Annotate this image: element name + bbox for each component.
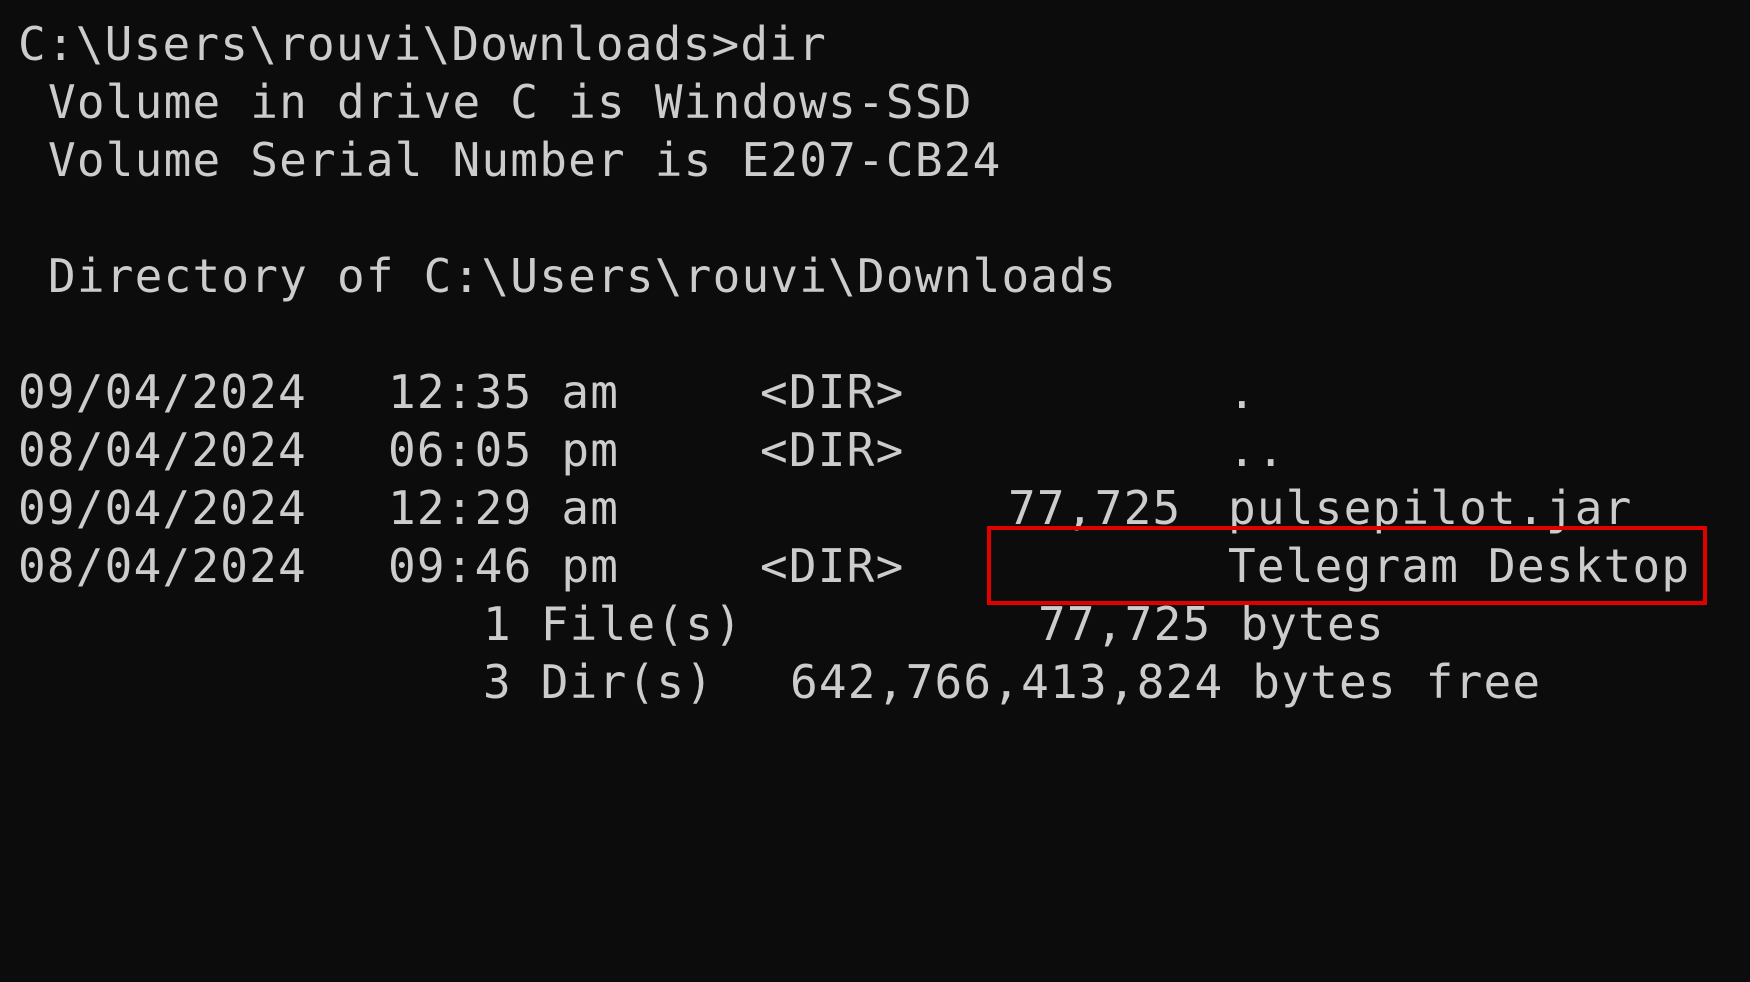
command-text: dir xyxy=(740,17,828,71)
dirs-summary: 3 Dir(s) 642,766,413,824 bytes free xyxy=(18,650,1718,714)
entry-type: <DIR> xyxy=(760,365,905,419)
entry-name: .. xyxy=(1228,423,1286,477)
entry-date: 08/04/2024 xyxy=(18,423,307,477)
entry-time: 12:35 am xyxy=(388,365,620,419)
entry-type: <DIR> xyxy=(760,539,905,593)
list-item: 09/04/2024 12:35 am <DIR> . xyxy=(18,360,1718,424)
entry-time: 09:46 pm xyxy=(388,539,620,593)
list-item: 08/04/2024 06:05 pm <DIR> .. xyxy=(18,418,1718,482)
terminal-window[interactable]: C:\Users\rouvi\Downloads>dir Volume in d… xyxy=(0,0,1750,835)
entry-time: 12:29 am xyxy=(388,481,620,535)
prompt-line: C:\Users\rouvi\Downloads>dir xyxy=(18,12,827,76)
serial-number-line: Volume Serial Number is E207-CB24 xyxy=(48,133,1002,187)
entry-date: 09/04/2024 xyxy=(18,481,307,535)
highlight-annotation xyxy=(987,526,1707,605)
dirs-count: 3 Dir(s) xyxy=(483,655,715,709)
dirs-free: 642,766,413,824 bytes free xyxy=(790,655,1542,709)
volume-label-line: Volume in drive C is Windows-SSD xyxy=(48,75,973,129)
files-count: 1 File(s) xyxy=(483,597,744,651)
entry-type: <DIR> xyxy=(760,423,905,477)
prompt-path: C:\Users\rouvi\Downloads> xyxy=(18,17,741,71)
entry-date: 09/04/2024 xyxy=(18,365,307,419)
entry-time: 06:05 pm xyxy=(388,423,620,477)
directory-heading: Directory of C:\Users\rouvi\Downloads xyxy=(48,249,1118,303)
entry-name: . xyxy=(1228,365,1257,419)
